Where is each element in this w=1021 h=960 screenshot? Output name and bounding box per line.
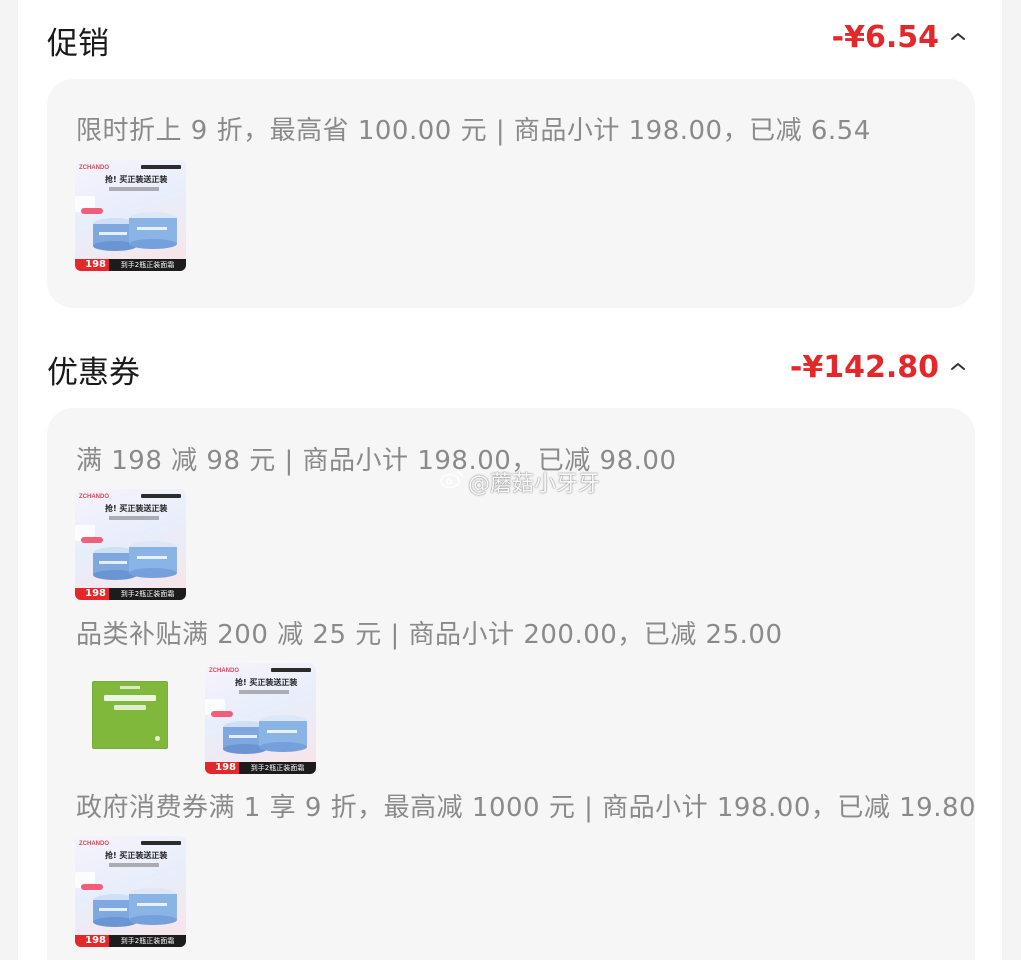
promotion-amount[interactable]: -¥6.54 xyxy=(832,20,939,55)
svg-text:抢! 买正装送正装: 抢! 买正装送正装 xyxy=(235,677,297,687)
mask-product-thumbnail[interactable] xyxy=(75,660,185,770)
thumb-promo-strip: 到手2瓶正装面霜 xyxy=(239,762,316,774)
svg-text:抢! 买正装送正装: 抢! 买正装送正装 xyxy=(105,174,167,184)
coupon-title: 优惠券 xyxy=(47,355,140,391)
chevron-up-icon[interactable] xyxy=(948,27,968,47)
thumb-price-tag: 198 xyxy=(75,588,109,600)
product-thumbnail[interactable]: ZCHANDO 抢! 买正装送正装 198 到手2瓶正装面霜 xyxy=(75,160,186,271)
mask-pack-image xyxy=(92,681,168,749)
thumb-promo-strip: 到手2瓶正装面霜 xyxy=(109,259,186,271)
thumb-price-tag: 198 xyxy=(75,259,109,271)
watermark: @蘑菇小牙牙 xyxy=(440,466,600,498)
svg-text:抢! 买正装送正装: 抢! 买正装送正装 xyxy=(105,503,167,513)
promotion-rule-text: 限时折上 9 折，最高省 100.00 元 | 商品小计 198.00，已减 6… xyxy=(76,116,871,146)
coupon-rule-text: 品类补贴满 200 减 25 元 | 商品小计 200.00，已减 25.00 xyxy=(76,620,783,650)
coupon-amount[interactable]: -¥142.80 xyxy=(790,350,939,385)
svg-text:ZCHANDO: ZCHANDO xyxy=(79,494,109,500)
promotion-title: 促销 xyxy=(47,26,109,62)
svg-text:ZCHANDO: ZCHANDO xyxy=(79,841,109,847)
product-thumbnail[interactable]: ZCHANDO 抢! 买正装送正装 198 到手2瓶正装面霜 xyxy=(205,663,316,774)
coupon-rule-text: 政府消费券满 1 享 9 折，最高减 1000 元 | 商品小计 198.00，… xyxy=(76,793,977,823)
thumb-promo-strip: 到手2瓶正装面霜 xyxy=(109,588,186,600)
svg-text:抢! 买正装送正装: 抢! 买正装送正装 xyxy=(105,850,167,860)
product-thumbnail[interactable]: ZCHANDO 抢! 买正装送正装 198 到手2瓶正装面霜 xyxy=(75,836,186,947)
thumb-price-tag: 198 xyxy=(75,935,109,947)
product-thumbnail[interactable]: ZCHANDO 抢! 买正装送正装 198 到手2瓶正装面霜 xyxy=(75,489,186,600)
thumb-promo-strip: 到手2瓶正装面霜 xyxy=(109,935,186,947)
svg-text:ZCHANDO: ZCHANDO xyxy=(209,668,239,674)
chevron-up-icon[interactable] xyxy=(948,357,968,377)
svg-text:ZCHANDO: ZCHANDO xyxy=(79,165,109,171)
thumb-price-tag: 198 xyxy=(205,762,239,774)
watermark-text: @蘑菇小牙牙 xyxy=(468,472,601,497)
weibo-icon xyxy=(440,469,464,495)
